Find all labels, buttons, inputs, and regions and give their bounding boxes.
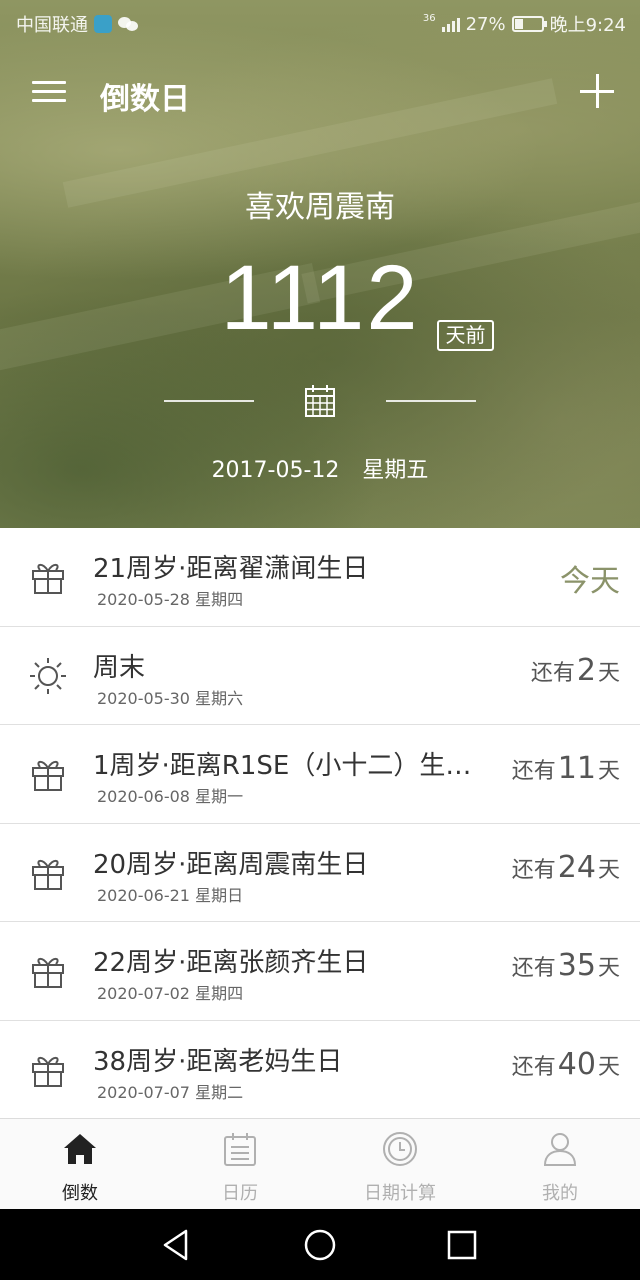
nav-tab-date-calc[interactable]: 日期计算 [320,1119,480,1210]
signal-icon [441,16,460,32]
countdown-prefix: 还有 [511,759,556,784]
wechat-icon [118,16,140,32]
event-today-label: 今天 [560,564,620,599]
event-title: 周末 [93,652,146,683]
event-title: 20周岁·距离周震南生日 [93,849,369,880]
event-list: 21周岁·距离翟潇闻生日 2020-05-28 星期四 今天 周末 2020-0… [0,528,640,1119]
countdown-prefix: 还有 [511,956,556,981]
event-date: 2020-06-21 星期日 [97,885,244,905]
featured-unit-badge: 天前 [437,320,494,351]
countdown-days: 40 [557,1046,596,1082]
event-countdown: 还有 40 天 [512,1047,620,1082]
event-countdown: 还有 11 天 [512,751,620,786]
event-date: 2020-06-08 星期一 [97,787,244,806]
featured-weekday: 星期五 [362,458,429,483]
event-title: 22周岁·距离张颜齐生日 [93,948,369,978]
divider-right [386,400,476,402]
home-icon [64,1134,96,1164]
list-item[interactable]: 38周岁·距离老妈生日 2020-07-07 星期二 还有 40 天 [0,1020,640,1119]
event-countdown: 还有 2 天 [531,653,620,688]
header-hero: 中国联通 36 27% 晚上9:24 倒数日 喜欢周震南 1112 天前 201… [0,0,640,528]
nav-tab-countdown[interactable]: 倒数 [0,1119,160,1210]
nav-tab-calendar[interactable]: 日历 [160,1119,320,1210]
battery-percent: 27% [465,13,506,35]
back-icon[interactable] [160,1228,194,1262]
event-title: 21周岁·距离翟潇闻生日 [93,554,369,584]
calendar-icon [224,1133,256,1166]
event-date: 2020-05-28 星期四 [97,590,244,609]
countdown-days: 24 [557,849,596,885]
gift-icon [32,1056,64,1087]
nav-tab-profile[interactable]: 我的 [480,1119,640,1210]
countdown-suffix: 天 [597,857,620,883]
countdown-prefix: 还有 [530,660,575,686]
add-icon[interactable] [580,74,616,110]
recents-icon[interactable] [445,1228,479,1262]
countdown-prefix: 还有 [511,857,556,883]
nav-label: 日期计算 [364,1183,436,1204]
battery-icon [511,16,547,32]
countdown-suffix: 天 [597,956,620,981]
person-icon [543,1133,577,1166]
clock-time: 晚上9:24 [549,15,626,36]
app-notification-icon [94,15,112,33]
bottom-navigation: 倒数 日历 日期计算 我的 [0,1118,640,1209]
countdown-days: 2 [576,652,596,688]
network-type: 36 [422,12,436,24]
nav-label: 我的 [542,1183,578,1204]
event-countdown: 还有 24 天 [512,850,620,885]
countdown-suffix: 天 [597,1054,620,1080]
countdown-suffix: 天 [597,660,620,686]
nav-label: 倒数 [62,1183,98,1204]
nav-label: 日历 [222,1183,258,1204]
event-date: 2020-05-30 星期六 [97,688,244,708]
list-item[interactable]: 周末 2020-05-30 星期六 还有 2 天 [0,626,640,725]
system-navigation-bar [0,1209,640,1280]
home-button-icon[interactable] [303,1228,337,1262]
carrier-label: 中国联通 [16,15,88,36]
gift-icon [32,957,64,988]
list-item[interactable]: 21周岁·距离翟潇闻生日 2020-05-28 星期四 今天 [0,528,640,627]
status-right: 36 27% 晚上9:24 [423,11,626,37]
calendar-icon [305,385,335,417]
status-left: 中国联通 [16,11,140,37]
gift-icon [32,563,64,594]
app-title: 倒数日 [100,82,190,117]
featured-date-value: 2017-05-12 [211,458,340,483]
event-title: 38周岁·距离老妈生日 [93,1046,343,1077]
event-date: 2020-07-02 星期四 [97,984,244,1003]
list-item[interactable]: 22周岁·距离张颜齐生日 2020-07-02 星期四 还有 35 天 [0,922,640,1021]
featured-date: 2017-05-12 星期五 [0,452,640,484]
list-item[interactable]: 1周岁·距离R1SE（小十二）生… 2020-06-08 星期一 还有 11 天 [0,725,640,824]
clock-icon [383,1132,417,1166]
divider-left [164,400,254,402]
countdown-days: 11 [557,751,596,786]
countdown-prefix: 还有 [511,1054,556,1080]
event-title: 1周岁·距离R1SE（小十二）生… [93,751,472,781]
list-item[interactable]: 20周岁·距离周震南生日 2020-06-21 星期日 还有 24 天 [0,823,640,922]
event-countdown: 还有 35 天 [512,948,620,983]
featured-event-title[interactable]: 喜欢周震南 [0,182,640,226]
featured-day-count: 1112 [220,247,420,349]
countdown-suffix: 天 [597,759,620,784]
event-date: 2020-07-07 星期二 [97,1082,244,1102]
countdown-days: 35 [557,948,596,983]
gift-icon [32,760,64,791]
status-bar: 中国联通 36 27% 晚上9:24 [0,0,640,44]
gift-icon [32,859,64,890]
sun-icon [30,657,66,694]
menu-icon[interactable] [32,78,66,106]
